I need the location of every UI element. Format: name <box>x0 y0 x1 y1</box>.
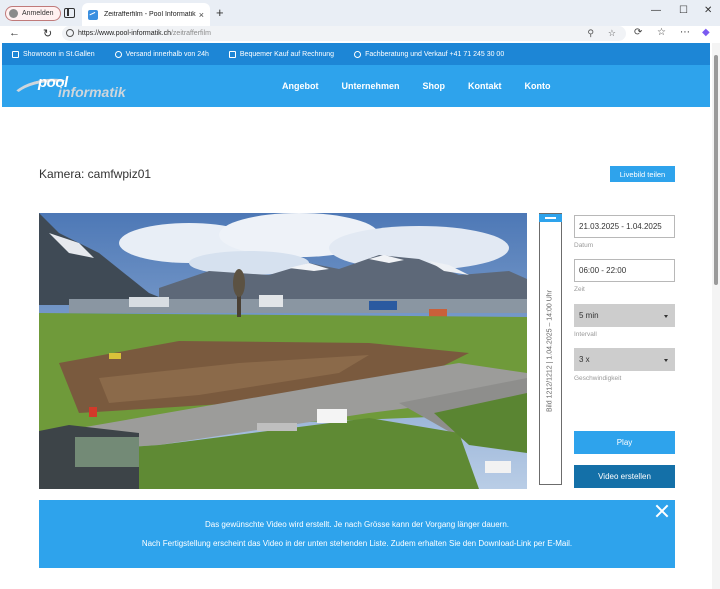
info-label: Fachberatung und Verkauf +41 71 245 30 0… <box>365 50 505 58</box>
speed-select[interactable]: 3 x <box>574 348 675 371</box>
info-label: Bequemer Kauf auf Rechnung <box>239 50 335 58</box>
read-aloud-icon[interactable]: ⚲ <box>587 26 594 41</box>
window-close-icon[interactable]: ✕ <box>704 5 712 16</box>
back-icon[interactable]: ← <box>9 27 20 39</box>
browser-titlebar: Anmelden Zeitrafferfilm - Pool Informati… <box>0 0 720 26</box>
bag-icon <box>228 50 236 58</box>
nav-shop[interactable]: Shop <box>423 81 446 91</box>
url-field[interactable]: https://www.pool-informatik.ch/zeitraffe… <box>62 26 626 41</box>
info-item-phone[interactable]: Fachberatung und Verkauf +41 71 245 30 0… <box>354 50 505 58</box>
tab-close-icon[interactable]: × <box>199 10 204 20</box>
info-item-shipping[interactable]: Versand innerhalb von 24h <box>114 50 209 58</box>
nav-konto[interactable]: Konto <box>525 81 551 91</box>
url-path: /zeitrafferfilm <box>170 30 211 37</box>
share-live-image-button[interactable]: Livebild teilen <box>610 166 675 182</box>
date-label: Datum <box>574 242 594 249</box>
create-video-button[interactable]: Video erstellen <box>574 465 675 488</box>
refresh-icon[interactable]: ↻ <box>43 27 52 40</box>
timeline-slider-handle[interactable] <box>539 214 562 222</box>
logo-text-informatik: informatik <box>58 84 126 100</box>
url-host: https://www.pool-informatik.ch <box>78 30 171 37</box>
speed-label: Geschwindigkeit <box>574 375 622 382</box>
maximize-icon[interactable]: ☐ <box>679 5 688 16</box>
timeline-label: Bild 1212/1212 | 1.04.2025 – 14:00 Uhr <box>546 289 554 413</box>
nav-kontakt[interactable]: Kontakt <box>468 81 502 91</box>
address-bar-row: ← ↻ https://www.pool-informatik.ch/zeitr… <box>0 26 720 42</box>
interval-select[interactable]: 5 min <box>574 304 675 327</box>
time-label: Zeit <box>574 286 585 293</box>
nav-unternehmen[interactable]: Unternehmen <box>342 81 400 91</box>
avatar-icon <box>9 9 18 18</box>
date-range-field[interactable]: 21.03.2025 - 1.04.2025 <box>574 215 675 238</box>
site-info-icon[interactable] <box>66 29 74 37</box>
tab-actions-icon[interactable] <box>64 8 75 18</box>
favorites-icon[interactable]: ☆ <box>657 27 666 38</box>
notice-line-2: Nach Fertigstellung erscheint das Video … <box>141 539 573 548</box>
tab-title: Zeitrafferfilm - Pool Informatik <box>104 11 196 18</box>
time-range-field[interactable]: 06:00 - 22:00 <box>574 259 675 282</box>
profile-button[interactable]: Anmelden <box>5 6 61 21</box>
top-info-bar: Showroom in St.Gallen Versand innerhalb … <box>2 43 710 65</box>
extensions-icon[interactable]: ⟳ <box>634 27 642 38</box>
headset-icon <box>354 50 362 58</box>
nav-angebot[interactable]: Angebot <box>282 81 319 91</box>
favicon-icon <box>88 9 98 20</box>
minimize-icon[interactable]: — <box>651 5 661 16</box>
close-icon[interactable] <box>655 504 669 518</box>
browser-tab-active[interactable]: Zeitrafferfilm - Pool Informatik × <box>82 3 210 26</box>
interval-label: Intervall <box>574 331 597 338</box>
store-icon <box>12 50 19 58</box>
info-label: Showroom in St.Gallen <box>23 50 95 58</box>
more-menu-icon[interactable]: ⋯ <box>680 27 690 38</box>
play-button[interactable]: Play <box>574 431 675 454</box>
profile-label: Anmelden <box>22 10 54 17</box>
camera-image <box>39 213 527 489</box>
notice-line-1: Das gewünschte Video wird erstellt. Je n… <box>204 520 510 529</box>
webcam-scene <box>39 213 527 489</box>
info-label: Versand innerhalb von 24h <box>125 50 209 58</box>
page-scrollbar[interactable] <box>712 43 720 589</box>
info-item-showroom[interactable]: Showroom in St.Gallen <box>12 50 95 58</box>
main-nav: Angebot Unternehmen Shop Kontakt Konto <box>282 65 574 107</box>
new-tab-button[interactable]: + <box>216 5 224 20</box>
favorite-star-icon[interactable]: ☆ <box>608 26 616 41</box>
info-notice: Das gewünschte Video wird erstellt. Je n… <box>39 500 675 568</box>
copilot-icon[interactable]: ◆ <box>702 27 710 38</box>
web-page: Showroom in St.Gallen Versand innerhalb … <box>2 43 710 589</box>
site-logo[interactable]: pool informatik <box>10 74 142 110</box>
info-item-invoice[interactable]: Bequemer Kauf auf Rechnung <box>228 50 335 58</box>
site-header: pool informatik Angebot Unternehmen Shop… <box>2 65 710 110</box>
clock-icon <box>114 50 122 58</box>
page-title: Kamera: camfwpiz01 <box>39 167 152 181</box>
scrollbar-thumb[interactable] <box>714 55 718 285</box>
